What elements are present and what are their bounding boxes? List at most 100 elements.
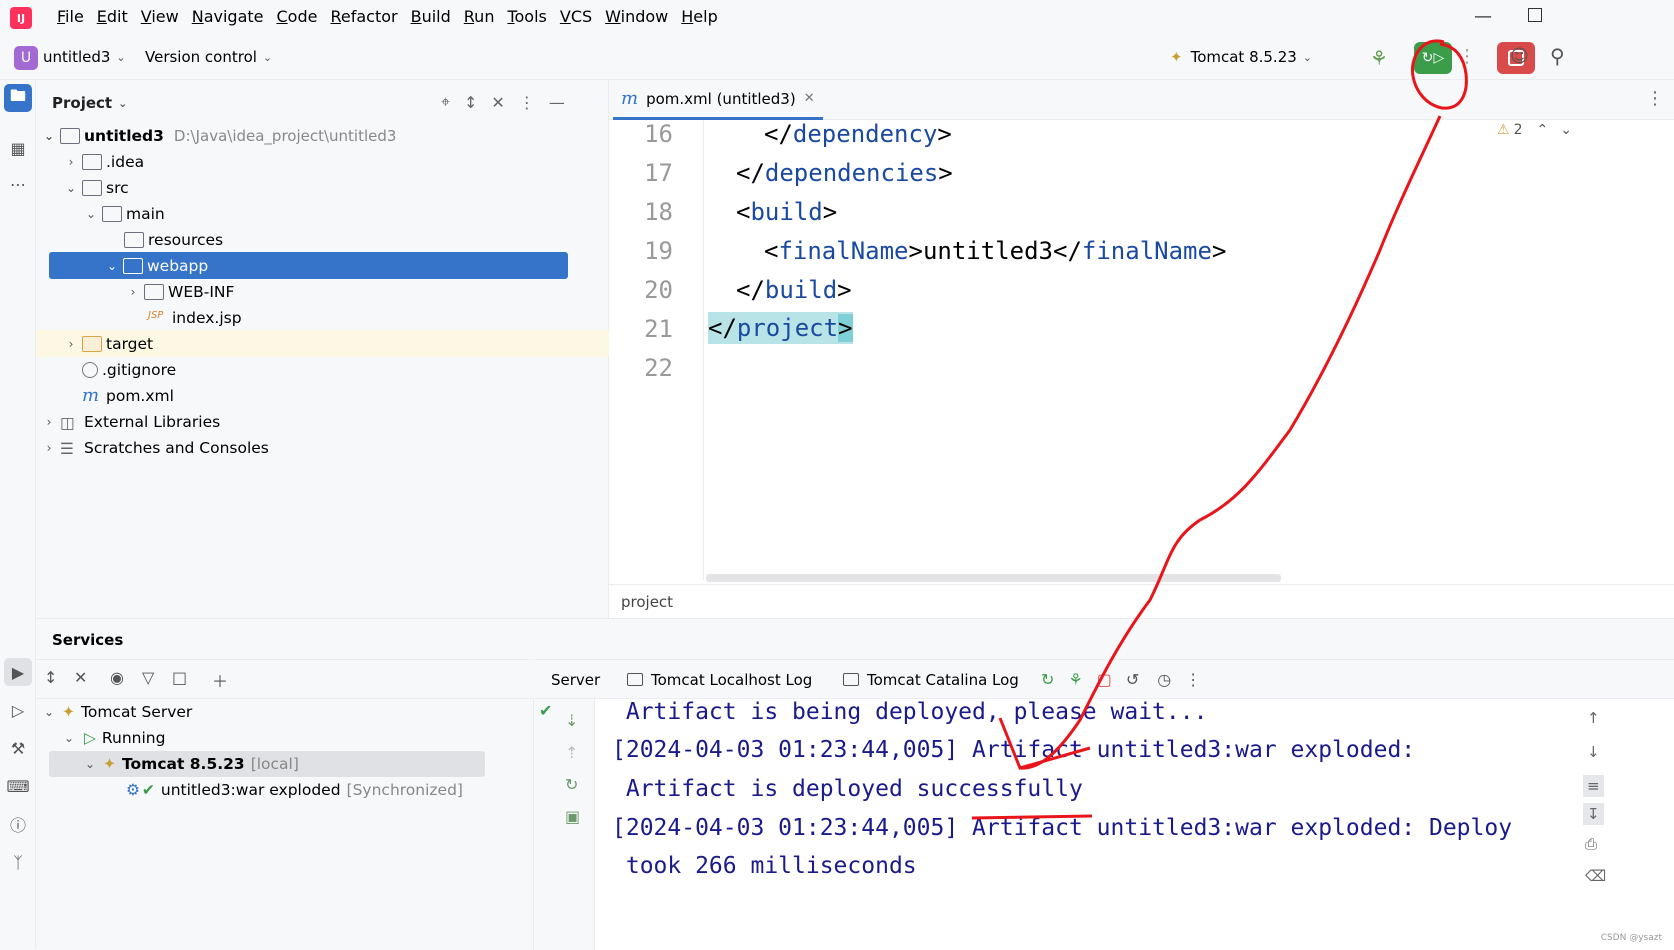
minimize-icon[interactable]: — xyxy=(1474,6,1492,27)
menu-run[interactable]: Run xyxy=(464,7,495,26)
tree-item-tomcat-instance[interactable]: ⌄ ✦ Tomcat 8.5.23 [local] xyxy=(49,751,485,777)
clear-icon[interactable]: ⌫ xyxy=(1585,867,1606,885)
horizontal-scrollbar[interactable] xyxy=(706,574,1281,582)
expand-all-icon[interactable]: ↕ xyxy=(464,93,477,112)
version-control-menu[interactable]: Version control ⌄ xyxy=(145,48,272,66)
project-panel-actions: ⌖ ↕ ✕ ⋮ — xyxy=(441,92,579,112)
menu-navigate[interactable]: Navigate xyxy=(192,7,264,26)
soft-wrap-icon[interactable]: ≡ xyxy=(1583,775,1604,797)
add-user-icon[interactable]: ☺ xyxy=(1510,46,1529,67)
tree-item-webapp[interactable]: ⌄ webapp xyxy=(49,252,568,279)
expand-all-icon[interactable]: ↕ xyxy=(44,668,57,687)
hide-icon[interactable]: — xyxy=(549,93,565,112)
scroll-up-icon[interactable]: ↑ xyxy=(1587,709,1600,727)
tab-pom-xml[interactable]: m pom.xml (untitled3) ✕ xyxy=(613,80,823,120)
chevron-up-icon[interactable]: ⌃ xyxy=(1536,122,1548,138)
search-icon[interactable]: ⚲ xyxy=(1550,44,1565,68)
chevron-down-icon[interactable]: ⌄ xyxy=(1560,122,1572,138)
services-tool-icon[interactable]: ▶ xyxy=(4,658,32,686)
chevron-down-icon: ⌄ xyxy=(84,207,98,221)
menu-build[interactable]: Build xyxy=(411,7,451,26)
rerun-icon[interactable]: ↻ xyxy=(1041,670,1054,689)
menu-tools[interactable]: Tools xyxy=(507,7,546,26)
tree-item-web-inf[interactable]: › WEB-INF xyxy=(36,278,609,305)
maximize-icon[interactable] xyxy=(1528,8,1542,22)
tree-item-pom-xml[interactable]: m pom.xml xyxy=(36,382,609,409)
collapse-all-icon[interactable]: ✕ xyxy=(491,93,504,112)
project-panel-title[interactable]: Project ⌄ xyxy=(52,94,127,112)
problems-tool-icon[interactable]: ⓘ xyxy=(4,810,32,838)
git-tool-icon[interactable]: ᛉ xyxy=(4,848,32,876)
options-icon[interactable]: ⋮ xyxy=(519,93,535,112)
menu-refactor[interactable]: Refactor xyxy=(330,7,397,26)
run-tool-icon[interactable]: ▷ xyxy=(4,696,32,724)
code-line-19[interactable]: <finalName>untitled3</finalName> xyxy=(764,237,1226,265)
tree-item-src[interactable]: ⌄ src xyxy=(36,174,609,201)
tab-server[interactable]: Server xyxy=(551,660,600,699)
menu-edit[interactable]: Edit xyxy=(97,7,128,26)
collapse-all-icon[interactable]: ✕ xyxy=(74,668,87,687)
menu-window[interactable]: Window xyxy=(605,7,668,26)
project-badge: U xyxy=(14,46,38,70)
code-line-18[interactable]: <build> xyxy=(736,198,837,226)
debug-icon[interactable]: ⚘ xyxy=(1068,670,1082,689)
debug-icon[interactable]: ⚘ xyxy=(1370,46,1388,70)
tab-options-icon[interactable]: ⋮ xyxy=(1646,88,1664,109)
update-resources-icon[interactable]: ▣ xyxy=(565,807,580,826)
tab-localhost-log[interactable]: Tomcat Localhost Log xyxy=(627,660,812,699)
tree-item-resources[interactable]: resources xyxy=(36,226,609,253)
console-output[interactable]: Artifact is being deployed, please wait.… xyxy=(595,699,1575,950)
code-line-16[interactable]: </dependency> xyxy=(764,120,952,148)
print-icon[interactable]: ⎙ xyxy=(1585,835,1597,853)
terminal-tool-icon[interactable]: ⌨ xyxy=(4,772,32,800)
xml-tag: dependency xyxy=(793,120,938,148)
tree-item-main[interactable]: ⌄ main xyxy=(36,200,609,227)
menu-view[interactable]: View xyxy=(141,7,179,26)
scroll-to-end-icon[interactable]: ↧ xyxy=(1583,803,1604,825)
tree-item-artifact[interactable]: ⚙ ✔ untitled3:war exploded [Synchronized… xyxy=(126,777,463,803)
menu-vcs[interactable]: VCS xyxy=(560,7,592,26)
menu-code[interactable]: Code xyxy=(277,7,318,26)
stop-icon[interactable]: ▢ xyxy=(1097,670,1112,689)
more-actions-icon[interactable]: ⋮ xyxy=(1458,46,1476,67)
menu-help[interactable]: Help xyxy=(681,7,717,26)
eye-icon[interactable]: ◉ xyxy=(110,668,124,687)
tab-catalina-log[interactable]: Tomcat Catalina Log xyxy=(843,660,1019,699)
rerun-button[interactable]: ↻▷ xyxy=(1414,42,1452,74)
new-tab-icon[interactable]: □ xyxy=(172,668,187,687)
run-config-selector[interactable]: ✦ Tomcat 8.5.23 ⌄ xyxy=(1170,48,1312,66)
locate-icon[interactable]: ⌖ xyxy=(441,92,450,112)
more-tools-icon[interactable]: ⋯ xyxy=(4,170,32,198)
tree-item-tomcat-server[interactable]: ⌄ ✦ Tomcat Server xyxy=(44,699,192,725)
add-icon[interactable]: ＋ xyxy=(212,668,228,692)
tree-item-external-libraries[interactable]: › ◫ External Libraries xyxy=(36,408,609,435)
menu-file[interactable]: File xyxy=(57,7,84,26)
line-number: 19 xyxy=(644,237,673,265)
project-switcher[interactable]: untitled3 ⌄ xyxy=(43,48,126,66)
tree-item-untitled3[interactable]: ⌄ untitled3 D:\Java\idea_project\untitle… xyxy=(36,122,609,149)
tree-item-gitignore[interactable]: .gitignore xyxy=(36,356,609,383)
deploy-icon[interactable]: ⇣ xyxy=(565,711,578,730)
project-tool-icon[interactable]: 🖿 xyxy=(4,84,32,112)
more-actions-icon[interactable]: ⋮ xyxy=(1185,670,1201,689)
redeploy-icon[interactable]: ↻ xyxy=(565,775,578,794)
tree-item-target[interactable]: › target xyxy=(36,330,609,357)
undeploy-icon[interactable]: ⇡ xyxy=(565,743,578,762)
inspection-widget[interactable]: ⚠ 2 ⌃ ⌄ xyxy=(1497,122,1572,138)
filter-icon[interactable]: ▽ xyxy=(142,668,154,687)
structure-tool-icon[interactable]: ▦ xyxy=(4,134,32,162)
breadcrumb-item[interactable]: project xyxy=(621,593,673,611)
refresh-icon[interactable]: ↺ xyxy=(1126,670,1139,689)
update-icon[interactable]: ◷ xyxy=(1157,670,1171,689)
build-tool-icon[interactable]: ⚒ xyxy=(4,734,32,762)
code-line-17[interactable]: </dependencies> xyxy=(736,159,953,187)
intellij-logo-icon[interactable]: IJ xyxy=(10,7,32,29)
code-line-20[interactable]: </build> xyxy=(736,276,852,304)
tree-item-idea[interactable]: › .idea xyxy=(36,148,609,175)
tree-item-index-jsp[interactable]: JSP index.jsp xyxy=(36,304,609,331)
tree-item-running[interactable]: ⌄ ▷ Running xyxy=(64,725,165,751)
close-icon[interactable]: ✕ xyxy=(804,91,815,106)
code-line-21[interactable]: </project> xyxy=(708,312,853,344)
tree-item-scratches[interactable]: › ☰ Scratches and Consoles xyxy=(36,434,609,461)
scroll-down-icon[interactable]: ↓ xyxy=(1587,743,1600,761)
